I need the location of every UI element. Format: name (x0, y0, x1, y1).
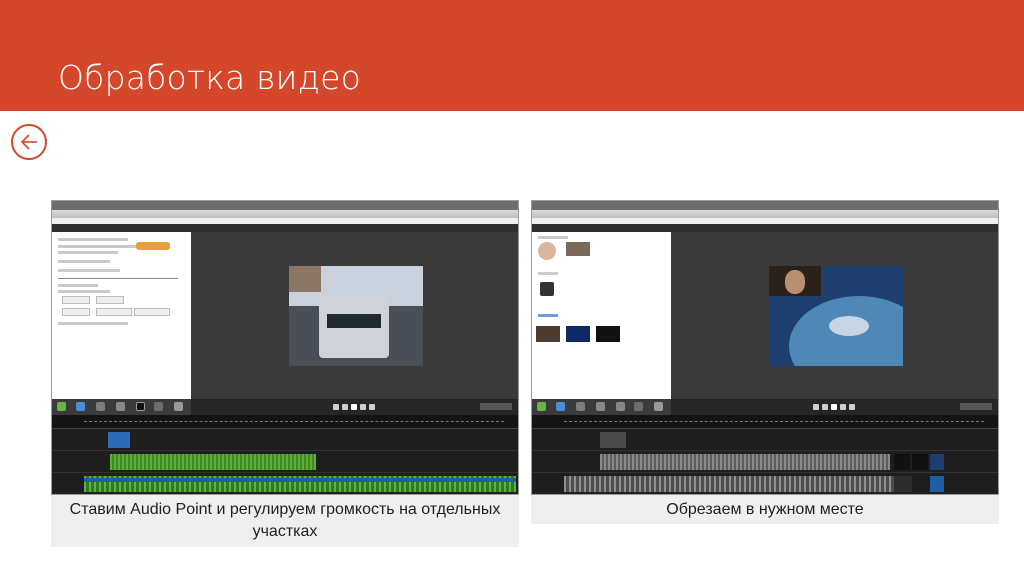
app-toolbar (532, 224, 998, 232)
video-preview-area (671, 232, 998, 399)
video-frame (769, 266, 903, 366)
screenshot-audio-point (51, 200, 519, 495)
arrow-left-icon (20, 134, 37, 150)
caption-audio-point: Ставим Audio Point и регулируем громкост… (51, 495, 519, 547)
player-controls (671, 399, 998, 415)
screenshot-trim (531, 200, 999, 495)
player-controls (191, 399, 518, 415)
timeline-panel (52, 415, 518, 494)
os-taskbar (52, 201, 518, 210)
caption-trim: Обрезаем в нужном месте (531, 495, 999, 524)
task-tabs (52, 399, 191, 415)
os-taskbar (532, 201, 998, 210)
track-2 (532, 451, 998, 473)
track-2 (52, 451, 518, 473)
back-button[interactable] (11, 124, 47, 160)
track-1 (52, 473, 518, 494)
app-titlebar (532, 210, 998, 218)
track-3 (532, 429, 998, 451)
video-frame (289, 266, 423, 366)
timeline-ruler (52, 415, 518, 429)
app-toolbar (52, 224, 518, 232)
task-tabs (532, 399, 671, 415)
timeline-panel (532, 415, 998, 494)
slide-header: Обработка видео (0, 0, 1024, 111)
effects-panel (52, 232, 191, 399)
track-3 (52, 429, 518, 451)
track-1 (532, 473, 998, 494)
slide-title: Обработка видео (58, 58, 362, 97)
timeline-ruler (532, 415, 998, 429)
video-preview-area (191, 232, 518, 399)
app-titlebar (52, 210, 518, 218)
clip-bin-panel (532, 232, 671, 399)
